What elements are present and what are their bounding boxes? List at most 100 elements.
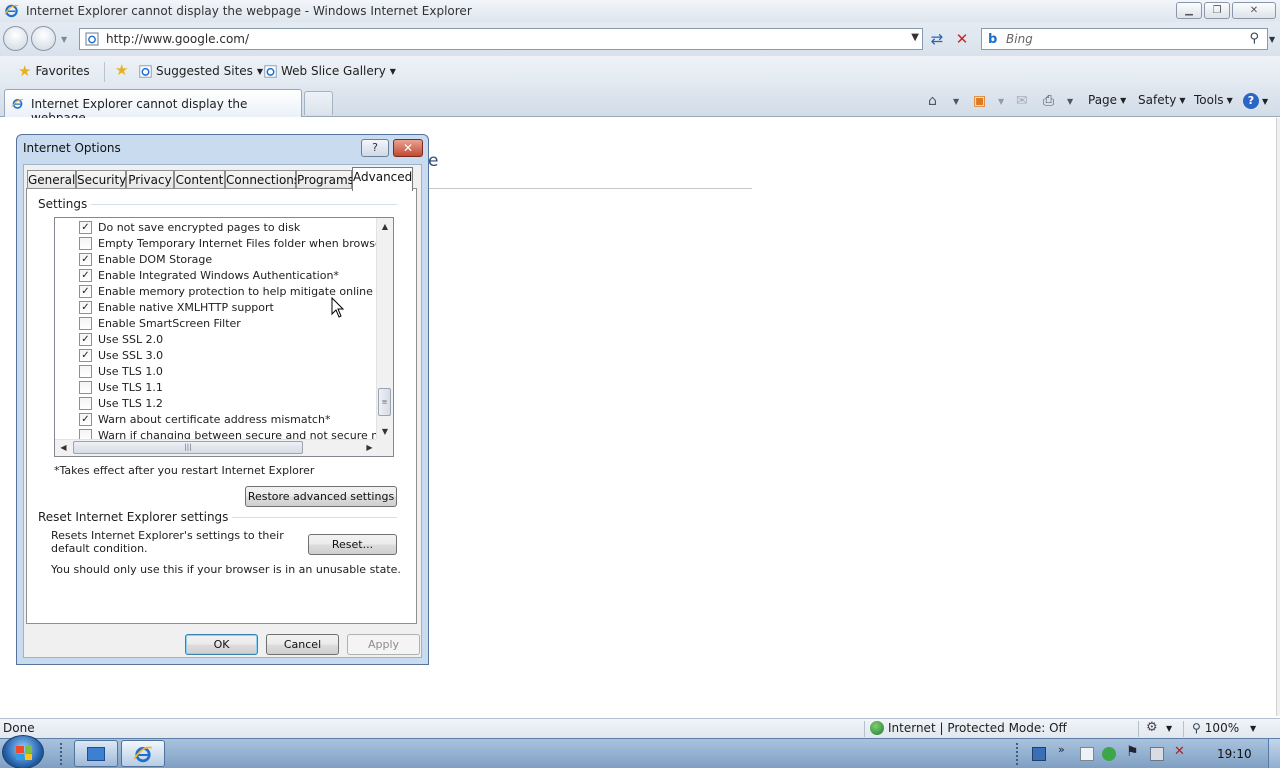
- start-button[interactable]: [2, 735, 44, 768]
- search-placeholder[interactable]: Bing: [1006, 32, 1033, 46]
- document-icon[interactable]: [1080, 747, 1094, 761]
- settings-horizontal-scrollbar[interactable]: ◀ ||| ▶: [55, 439, 378, 456]
- setting-row[interactable]: ✓ Enable native XMLHTTP support: [55, 299, 274, 315]
- address-bar[interactable]: http://www.google.com/ ▼: [79, 28, 923, 50]
- setting-checkbox[interactable]: ✓: [79, 300, 92, 314]
- web-slice-gallery-button[interactable]: Web Slice Gallery ▼: [264, 64, 396, 78]
- taskbar-clock[interactable]: 19:10: [1217, 747, 1252, 761]
- setting-checkbox[interactable]: ✓: [79, 412, 92, 426]
- taskbar-app-explorer[interactable]: [74, 740, 118, 767]
- reset-button[interactable]: Reset...: [308, 534, 397, 555]
- tab-connections[interactable]: Connections: [225, 170, 300, 190]
- stop-icon[interactable]: ✕: [951, 29, 973, 49]
- scroll-thumb[interactable]: ≡: [378, 388, 391, 416]
- recent-pages-dropdown-icon[interactable]: ▼: [61, 35, 67, 44]
- tray-expand-icon[interactable]: »: [1058, 743, 1065, 756]
- forward-button[interactable]: [31, 26, 56, 51]
- restore-advanced-settings-button[interactable]: Restore advanced settings: [245, 486, 397, 507]
- setting-checkbox[interactable]: ✓: [79, 284, 92, 298]
- search-icon[interactable]: ⚲: [1249, 31, 1259, 46]
- setting-row[interactable]: ✓ Enable DOM Storage: [55, 251, 212, 267]
- chevron-down-icon[interactable]: ▼: [998, 97, 1004, 106]
- search-box[interactable]: b Bing ⚲: [981, 28, 1268, 50]
- address-dropdown-icon[interactable]: ▼: [911, 32, 919, 43]
- feeds-icon[interactable]: ▣: [973, 93, 986, 109]
- favorites-button[interactable]: ★ Favorites: [18, 64, 90, 79]
- help-menu[interactable]: ? ▼: [1243, 93, 1268, 109]
- scroll-thumb[interactable]: |||: [73, 441, 303, 454]
- apply-button[interactable]: Apply: [347, 634, 420, 655]
- search-options-dropdown-icon[interactable]: ▼: [1269, 35, 1275, 44]
- web-slice-gallery-label: Web Slice Gallery: [281, 64, 386, 78]
- change-status-bar-settings-icon[interactable]: ⚙: [1146, 720, 1158, 735]
- refresh-icon[interactable]: ⇄: [926, 29, 948, 49]
- tab-advanced[interactable]: Advanced: [352, 167, 413, 191]
- setting-checkbox[interactable]: ✓: [79, 332, 92, 346]
- setting-row[interactable]: ✓ Do not save encrypted pages to disk: [55, 219, 300, 235]
- ok-button[interactable]: OK: [185, 634, 258, 655]
- new-tab-button[interactable]: [304, 91, 333, 115]
- cancel-button[interactable]: Cancel: [266, 634, 339, 655]
- setting-checkbox[interactable]: ✓: [79, 252, 92, 266]
- setting-row[interactable]: Use TLS 1.2: [55, 395, 163, 411]
- chevron-down-icon[interactable]: ▼: [1250, 724, 1256, 733]
- chevron-down-icon[interactable]: ▼: [1067, 97, 1073, 106]
- chevron-down-icon[interactable]: ▼: [953, 97, 959, 106]
- settings-tree-list[interactable]: ✓ Do not save encrypted pages to disk Empt…: [54, 217, 394, 457]
- close-window-button[interactable]: ✕: [1232, 2, 1276, 19]
- add-to-favorites-bar-button[interactable]: ★: [115, 63, 128, 78]
- setting-checkbox[interactable]: [79, 236, 92, 250]
- setting-checkbox[interactable]: [79, 396, 92, 410]
- page-menu[interactable]: Page ▼: [1088, 93, 1126, 107]
- tab-general[interactable]: General: [27, 170, 76, 190]
- back-button[interactable]: [3, 26, 28, 51]
- security-check-icon[interactable]: [1102, 747, 1116, 761]
- setting-row[interactable]: ✓ Warn about certificate address mismatch…: [55, 411, 330, 427]
- tools-menu[interactable]: Tools ▼: [1194, 93, 1233, 107]
- desktop-icon[interactable]: [1032, 747, 1046, 761]
- setting-row[interactable]: Use TLS 1.0: [55, 363, 163, 379]
- tab-privacy[interactable]: Privacy: [126, 170, 174, 190]
- show-desktop-button[interactable]: [1268, 739, 1280, 768]
- setting-checkbox[interactable]: ✓: [79, 268, 92, 282]
- volume-muted-icon[interactable]: ✕: [1174, 744, 1185, 759]
- chevron-down-icon[interactable]: ▼: [1166, 724, 1172, 733]
- network-icon[interactable]: [1150, 747, 1164, 761]
- scroll-left-icon[interactable]: ◀: [55, 440, 72, 456]
- setting-row[interactable]: ✓ Use SSL 2.0: [55, 331, 163, 347]
- restore-button[interactable]: ❐: [1204, 2, 1230, 19]
- scroll-up-icon[interactable]: ▲: [377, 218, 393, 235]
- minimize-button[interactable]: ▁: [1176, 2, 1202, 19]
- home-icon[interactable]: ⌂: [928, 93, 937, 109]
- setting-row[interactable]: Use TLS 1.1: [55, 379, 163, 395]
- setting-row[interactable]: ✓ Enable Integrated Windows Authenticatio…: [55, 267, 339, 283]
- web-slice-gallery-icon: [264, 64, 277, 78]
- dialog-close-button[interactable]: ✕: [393, 139, 423, 157]
- setting-row[interactable]: Empty Temporary Internet Files folder wh…: [55, 235, 393, 251]
- address-url[interactable]: http://www.google.com/: [106, 32, 249, 46]
- taskbar-app-internet-explorer[interactable]: [121, 740, 165, 767]
- tab-security[interactable]: Security: [76, 170, 126, 190]
- setting-checkbox[interactable]: ✓: [79, 220, 92, 234]
- zoom-level[interactable]: ⚲ 100%: [1192, 721, 1239, 735]
- browser-tab[interactable]: Internet Explorer cannot display the web…: [4, 89, 302, 125]
- page-scrollbar[interactable]: [1276, 118, 1280, 716]
- read-mail-icon[interactable]: ✉: [1016, 93, 1028, 109]
- safety-menu[interactable]: Safety ▼: [1138, 93, 1186, 107]
- divider: [104, 62, 105, 82]
- tab-programs[interactable]: Programs: [296, 170, 354, 190]
- print-icon[interactable]: ⎙: [1043, 93, 1054, 109]
- setting-row[interactable]: ✓ Use SSL 3.0: [55, 347, 163, 363]
- action-center-flag-icon[interactable]: ⚑: [1126, 744, 1139, 760]
- security-zone[interactable]: Internet | Protected Mode: Off: [870, 721, 1067, 735]
- setting-checkbox[interactable]: [79, 380, 92, 394]
- scroll-down-icon[interactable]: ▼: [377, 423, 393, 440]
- setting-row[interactable]: Enable SmartScreen Filter: [55, 315, 241, 331]
- dialog-help-button[interactable]: ?: [361, 139, 389, 157]
- setting-checkbox[interactable]: ✓: [79, 348, 92, 362]
- suggested-sites-button[interactable]: Suggested Sites ▼: [139, 64, 263, 78]
- setting-checkbox[interactable]: [79, 364, 92, 378]
- setting-checkbox[interactable]: [79, 316, 92, 330]
- settings-vertical-scrollbar[interactable]: ▲ ≡ ▼: [376, 218, 393, 440]
- tab-content[interactable]: Content: [174, 170, 225, 190]
